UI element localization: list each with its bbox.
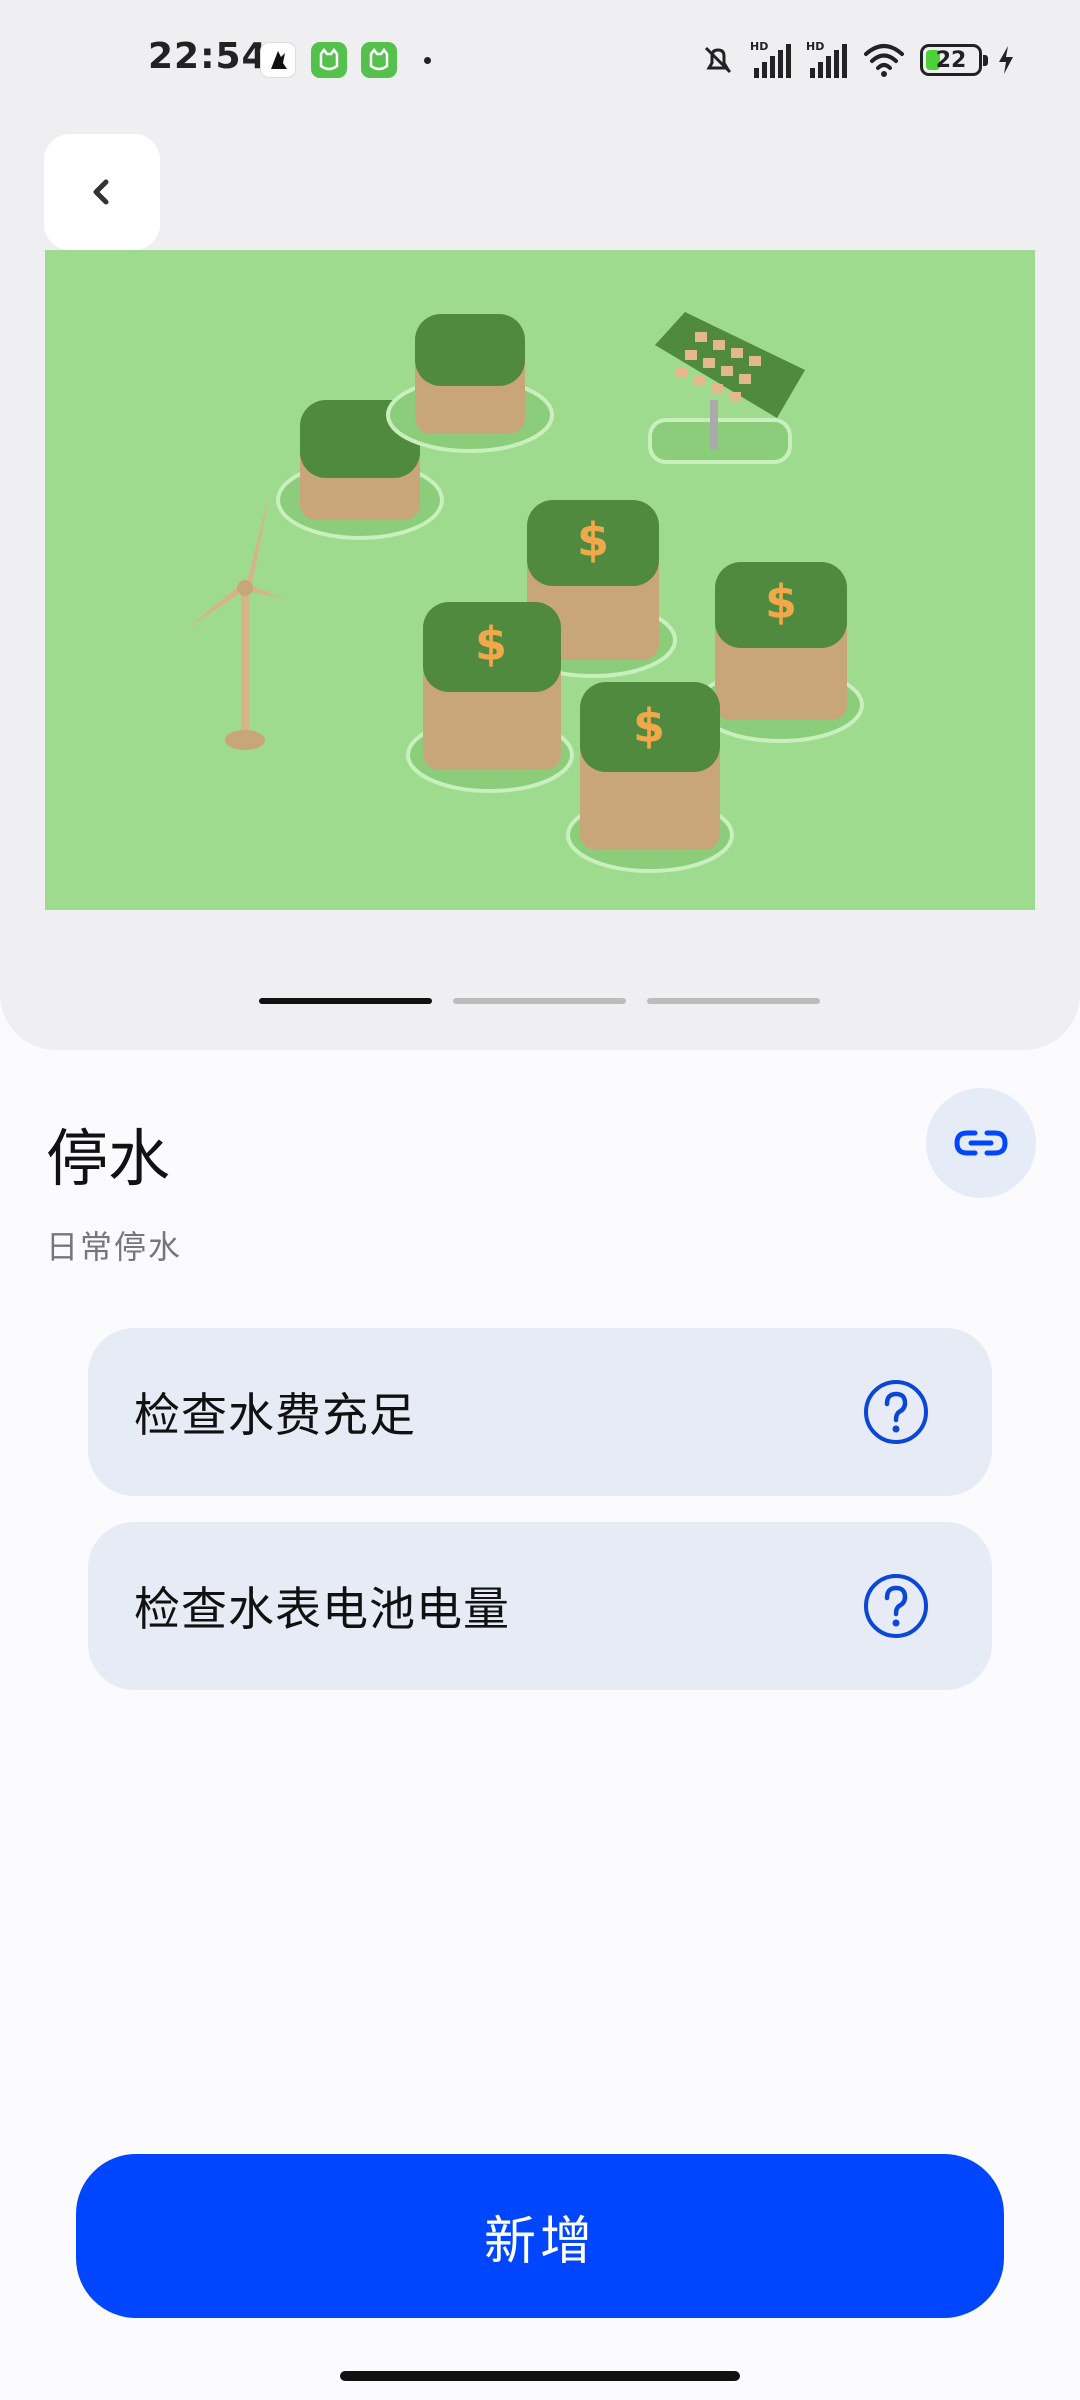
svg-text:$: $ [765, 575, 797, 629]
svg-text:$: $ [633, 699, 665, 753]
carousel-indicator[interactable] [647, 998, 820, 1004]
status-icons: HD HD 22 [700, 38, 1016, 82]
chevron-left-icon [93, 179, 109, 205]
more-notifications-dot [424, 57, 431, 64]
coin-tower-illustration: $ [696, 562, 864, 743]
link-button[interactable] [926, 1088, 1036, 1198]
back-button[interactable] [44, 134, 160, 250]
status-time: 22:54 [148, 36, 268, 77]
carousel-indicator[interactable] [453, 998, 626, 1004]
cat-app-icon [361, 42, 397, 78]
coin-tower-illustration: $ [566, 682, 734, 873]
add-button[interactable]: 新增 [76, 2154, 1004, 2318]
status-bar: 22:54 HD HD 22 [0, 0, 1080, 120]
check-item-label: 检查水表电池电量 [134, 1582, 510, 1636]
battery-level: 22 [935, 47, 967, 73]
page-subtitle: 日常停水 [46, 1228, 183, 1266]
page-title: 停水 [46, 1122, 171, 1195]
check-item-label: 检查水费充足 [134, 1388, 416, 1442]
link-icon [954, 1130, 1008, 1156]
home-indicator[interactable] [340, 2371, 740, 2381]
check-item[interactable]: 检查水表电池电量 [88, 1522, 992, 1690]
notification-app-icon [260, 42, 296, 78]
check-item[interactable]: 检查水费充足 [88, 1328, 992, 1496]
coin-tower-illustration: $ [406, 602, 574, 793]
hd-signal-icon: HD [806, 40, 847, 78]
svg-text:$: $ [475, 617, 507, 671]
question-circle-icon[interactable] [862, 1378, 930, 1446]
wifi-icon [864, 44, 904, 77]
carousel-image[interactable]: $ $ $ $ [45, 250, 1035, 910]
svg-text:HD: HD [806, 40, 824, 53]
svg-text:HD: HD [750, 40, 768, 53]
svg-text:$: $ [577, 513, 609, 567]
hd-signal-icon: HD [750, 40, 791, 78]
charging-icon [999, 46, 1013, 74]
cat-app-icon [311, 42, 347, 78]
question-circle-icon[interactable] [862, 1572, 930, 1640]
mute-icon [704, 46, 732, 74]
battery-icon: 22 [920, 44, 988, 76]
carousel-indicator-active[interactable] [259, 998, 432, 1004]
